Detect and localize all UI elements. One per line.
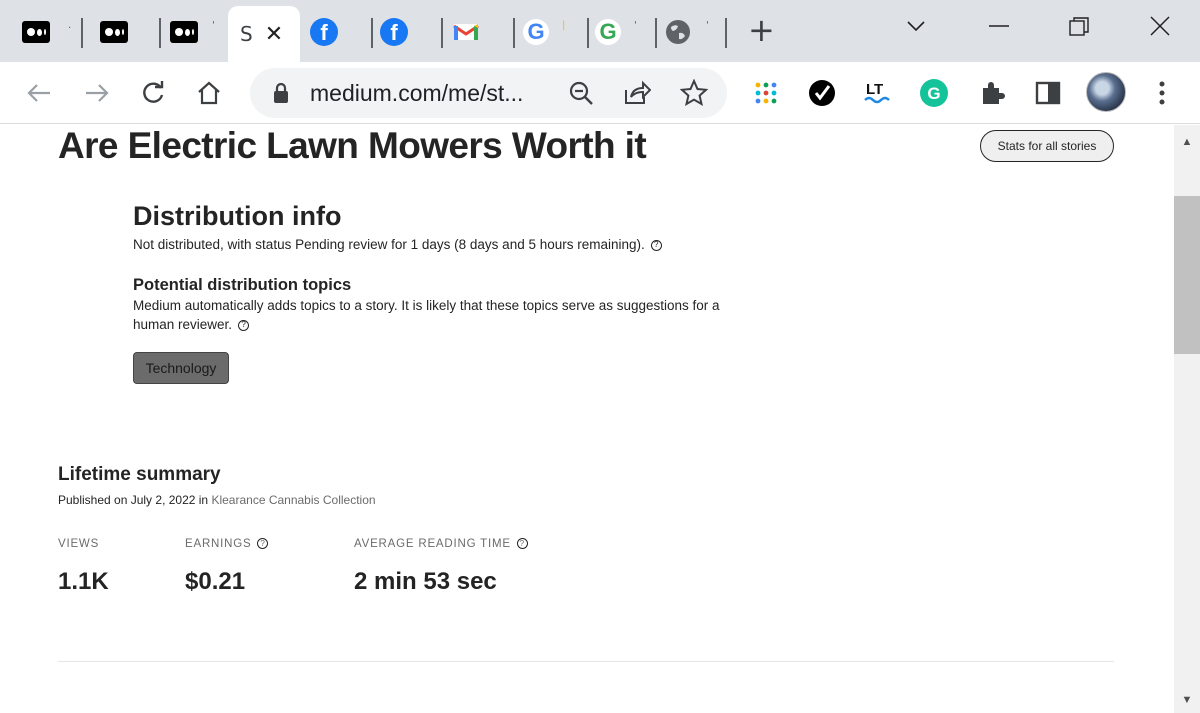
publication-link[interactable]: Klearance Cannabis Collection xyxy=(211,493,375,507)
distribution-status-text: Not distributed, with status Pending rev… xyxy=(133,237,645,252)
globe-icon xyxy=(664,18,692,46)
lock-icon[interactable] xyxy=(272,82,290,109)
help-icon[interactable]: ? xyxy=(516,538,528,550)
topic-chip[interactable]: Technology xyxy=(133,352,229,384)
topics-description-text: Medium automatically adds topics to a st… xyxy=(133,298,720,332)
scroll-thumb[interactable] xyxy=(1174,196,1200,354)
svg-text:LT: LT xyxy=(866,81,883,98)
home-icon[interactable] xyxy=(192,76,226,110)
browser-toolbar: medium.com/me/st... LT G xyxy=(0,62,1200,124)
browser-tabstrip: . ' S ✕ f f G | G ' ' + xyxy=(0,0,1200,62)
tab-title: S xyxy=(240,22,253,46)
facebook-icon: f xyxy=(380,18,408,46)
grammarly-icon[interactable]: G xyxy=(918,77,950,109)
earnings-label: EARNINGS? xyxy=(185,538,269,550)
reading-time-value: 2 min 53 sec xyxy=(354,568,497,595)
views-label: VIEWS xyxy=(58,538,100,550)
share-icon[interactable] xyxy=(623,80,652,111)
google-icon: G xyxy=(522,18,550,46)
tab-gmail[interactable] xyxy=(452,6,515,58)
help-icon[interactable]: ? xyxy=(257,538,269,550)
address-bar[interactable]: medium.com/me/st... xyxy=(250,68,727,118)
medium-icon xyxy=(100,18,128,46)
topics-heading: Potential distribution topics xyxy=(133,276,352,294)
back-icon[interactable] xyxy=(22,76,56,110)
close-icon[interactable]: ✕ xyxy=(265,22,283,47)
tab-search-icon[interactable] xyxy=(906,14,926,38)
tab-google-1[interactable]: G | xyxy=(522,6,589,58)
forward-icon[interactable] xyxy=(80,76,114,110)
help-icon[interactable]: ? xyxy=(650,239,662,251)
topics-description: Medium automatically adds topics to a st… xyxy=(133,296,733,334)
reload-icon[interactable] xyxy=(136,76,170,110)
tab-active[interactable]: S ✕ xyxy=(228,6,300,62)
tab-medium-3[interactable]: ' xyxy=(168,6,226,58)
close-window-icon[interactable] xyxy=(1150,16,1170,41)
dots-extension-icon[interactable] xyxy=(750,77,782,109)
zoom-icon[interactable] xyxy=(568,80,594,111)
help-icon[interactable]: ? xyxy=(238,319,250,331)
section-divider xyxy=(58,661,1114,662)
tab-web[interactable]: ' xyxy=(664,6,727,58)
tab-medium-1[interactable]: . xyxy=(22,6,83,58)
distribution-status: Not distributed, with status Pending rev… xyxy=(133,237,662,252)
google-icon: G xyxy=(594,18,622,46)
restore-icon[interactable] xyxy=(1068,16,1090,43)
side-panel-icon[interactable] xyxy=(1032,77,1064,109)
page-scrollbar[interactable]: ▲ ▼ xyxy=(1174,125,1200,713)
gmail-icon xyxy=(452,18,480,46)
scroll-down-arrow-icon[interactable]: ▼ xyxy=(1174,691,1200,709)
medium-icon xyxy=(170,18,198,46)
url-text: medium.com/me/st... xyxy=(310,80,524,106)
new-tab-button[interactable]: + xyxy=(748,12,775,48)
medium-icon xyxy=(22,18,50,46)
tab-facebook-2[interactable]: f xyxy=(380,6,443,58)
earnings-value: $0.21 xyxy=(185,568,246,595)
languagetool-icon[interactable]: LT xyxy=(862,77,894,109)
stats-for-all-stories-button[interactable]: Stats for all stories xyxy=(980,130,1114,162)
views-value: 1.1K xyxy=(58,568,109,595)
distribution-heading: Distribution info xyxy=(133,201,342,231)
browser-menu-icon[interactable] xyxy=(1146,77,1178,109)
profile-avatar[interactable] xyxy=(1086,72,1126,112)
lifetime-summary-heading: Lifetime summary xyxy=(58,464,221,485)
reading-time-label: AVERAGE READING TIME? xyxy=(354,538,528,550)
story-stats-page: Are Electric Lawn Mowers Worth it Stats … xyxy=(0,125,1174,713)
extensions-puzzle-icon[interactable] xyxy=(976,77,1008,109)
svg-text:G: G xyxy=(927,84,940,103)
tab-google-2[interactable]: G ' xyxy=(594,6,657,58)
published-date: Published on July 2, 2022 in xyxy=(58,493,209,507)
tab-facebook-1[interactable]: f xyxy=(310,6,373,58)
bookmark-star-icon[interactable] xyxy=(679,78,709,112)
minimize-icon[interactable] xyxy=(988,12,1010,37)
scroll-up-arrow-icon[interactable]: ▲ xyxy=(1174,133,1200,151)
published-info: Published on July 2, 2022 in Klearance C… xyxy=(58,493,376,507)
check-extension-icon[interactable] xyxy=(806,77,838,109)
story-title: Are Electric Lawn Mowers Worth it xyxy=(58,125,647,166)
tab-medium-2[interactable] xyxy=(96,6,161,58)
facebook-icon: f xyxy=(310,18,338,46)
